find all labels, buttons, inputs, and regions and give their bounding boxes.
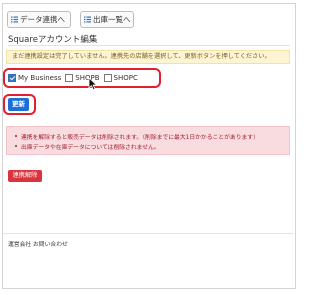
store-checkbox-shopb[interactable] bbox=[65, 74, 74, 82]
shipment-list-button[interactable]: 出庫一覧へ bbox=[80, 11, 134, 28]
update-button[interactable]: 更新 bbox=[8, 98, 29, 111]
page-title: Squareアカウント編集 bbox=[8, 35, 98, 45]
store-checkbox-shopc[interactable] bbox=[103, 74, 112, 82]
warning-item: 出庫データや在庫データについては削除されません。 bbox=[15, 142, 160, 151]
disconnect-button[interactable]: 連携解除 bbox=[8, 170, 42, 182]
store-option-shopc[interactable]: SHOPC bbox=[103, 74, 138, 82]
list-icon bbox=[84, 13, 91, 23]
data-link-list-label: データ連携へ bbox=[20, 15, 65, 24]
footer-divider bbox=[3, 233, 294, 234]
data-link-list-button[interactable]: データ連携へ bbox=[7, 11, 71, 28]
warning-item: 連携を解除すると販売データは削除されます。（削除までに最大1日かかることがありま… bbox=[15, 132, 259, 141]
store-label: SHOPC bbox=[113, 74, 138, 82]
mouse-cursor-icon bbox=[88, 76, 98, 91]
store-checkbox-my-business[interactable] bbox=[8, 74, 16, 82]
store-selection-group: My Business SHOPB SHOPC bbox=[3, 68, 161, 88]
shipment-list-label: 出庫一覧へ bbox=[93, 15, 131, 24]
store-label: My Business bbox=[18, 74, 62, 82]
title-divider bbox=[8, 45, 290, 46]
company-link[interactable]: 運営会社 bbox=[8, 239, 31, 248]
setup-incomplete-notice: まだ連携設定は完了していません。連携先の店舗を選択して、更新ボタンを押してくださ… bbox=[6, 50, 290, 64]
contact-link[interactable]: お問い合わせ bbox=[33, 239, 68, 248]
store-option-my-business[interactable]: My Business bbox=[8, 74, 61, 82]
disconnect-warning: 連携を解除すると販売データは削除されます。（削除までに最大1日かかることがありま… bbox=[6, 126, 290, 155]
list-icon bbox=[11, 13, 18, 23]
